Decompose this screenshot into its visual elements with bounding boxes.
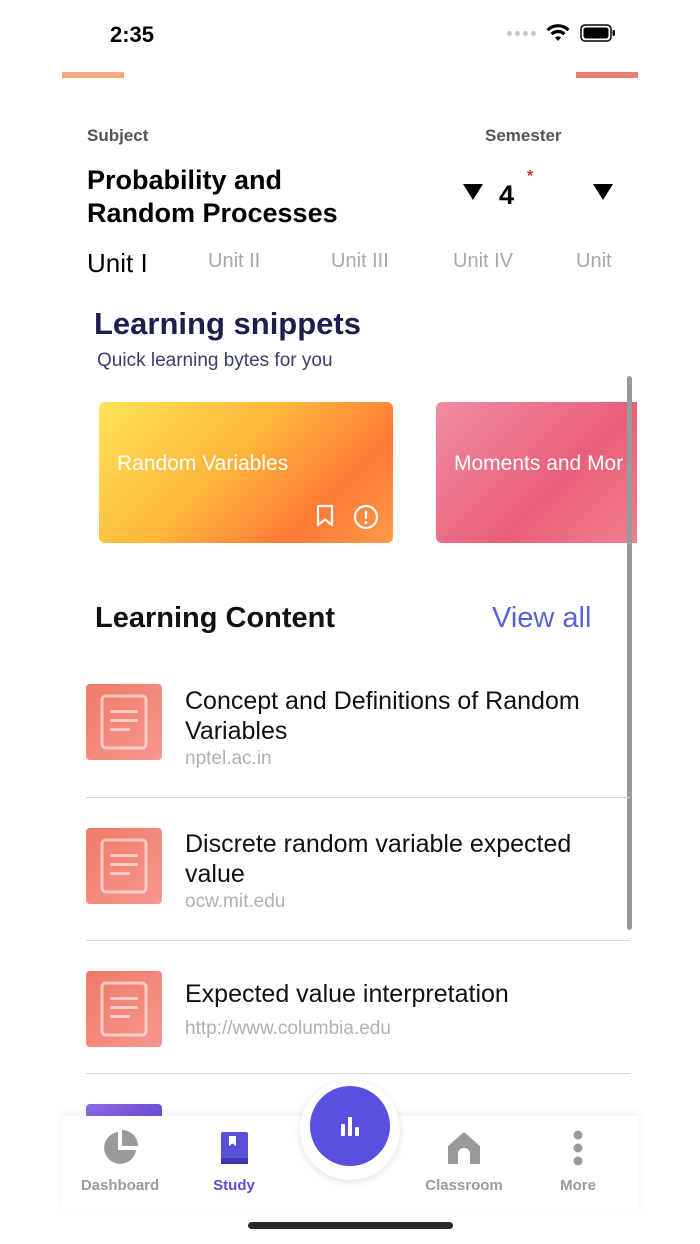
subject-label: Subject [87,126,149,145]
bar-chart-icon [341,1117,359,1136]
tab-dashboard[interactable]: Dashboard [70,1128,170,1194]
tab-classroom[interactable]: Classroom [414,1128,514,1194]
unit-tabs: Unit I Unit II Unit III Unit IV Unit [87,250,647,286]
wifi-icon [546,24,570,41]
divider [86,797,630,798]
tab-unit-1[interactable]: Unit I [87,250,148,279]
tab-unit-3[interactable]: Unit III [331,250,389,273]
subject-dropdown[interactable]: Probability and Random Processes [87,164,387,230]
semester-dropdown-arrow-icon[interactable] [593,184,613,200]
signal-icon [507,30,536,36]
snippets-title: Learning snippets [94,306,361,341]
semester-dropdown[interactable]: 4 [499,180,514,211]
tab-more[interactable]: More [528,1128,628,1194]
content-title: Learning Content [95,602,336,634]
content-item-source: ocw.mit.edu [185,891,286,912]
status-bar: 2:35 [0,0,700,70]
list-item[interactable]: Discrete random variable expected value … [86,828,630,970]
status-time: 2:35 [110,22,155,47]
content-item-title: Concept and Definitions of Random Variab… [185,687,580,745]
pie-chart-icon [104,1130,138,1164]
accent-line-left [62,72,124,78]
content-item-source: http://www.columbia.edu [185,1018,391,1039]
divider [86,1073,630,1074]
info-icon[interactable] [353,504,379,530]
semester-label: Semester [485,126,562,145]
house-icon [448,1132,480,1164]
divider [86,940,630,941]
content-item-title: Discrete random variable expected value [185,830,572,888]
bookmark-icon[interactable] [315,504,335,528]
tab-unit-2[interactable]: Unit II [208,250,260,273]
subject-dropdown-arrow-icon[interactable] [463,184,483,200]
tab-classroom-label: Classroom [425,1177,503,1194]
snippet-card[interactable]: Moments and Mor [436,402,637,543]
snippets-subtitle: Quick learning bytes for you [97,350,333,371]
home-indicator[interactable] [248,1222,453,1229]
content-item-title: Expected value interpretation [185,980,509,1008]
tab-study-label: Study [213,1177,255,1194]
snippet-title: Moments and Mor [454,452,624,475]
status-icons [507,24,616,42]
list-item[interactable]: Concept and Definitions of Random Variab… [86,684,630,826]
tab-unit-4[interactable]: Unit IV [453,250,513,273]
document-icon [86,971,162,1047]
required-marker: * [527,168,534,185]
view-all-link[interactable]: View all [492,602,591,635]
tab-dashboard-label: Dashboard [80,1177,160,1194]
document-icon [86,828,162,904]
document-icon [86,684,162,760]
tab-more-label: More [560,1177,596,1194]
tab-unit-5[interactable]: Unit [576,250,612,273]
snippet-title: Random Variables [117,452,289,475]
snippet-card[interactable]: Random Variables [99,402,393,543]
more-vertical-icon [573,1130,583,1166]
center-action-container [300,1080,400,1180]
tab-study[interactable]: Study [184,1128,284,1194]
book-icon [221,1132,248,1164]
accent-line-right [576,72,638,78]
analytics-button[interactable] [310,1086,390,1166]
content-item-source: nptel.ac.in [185,748,272,769]
battery-icon [580,24,615,42]
